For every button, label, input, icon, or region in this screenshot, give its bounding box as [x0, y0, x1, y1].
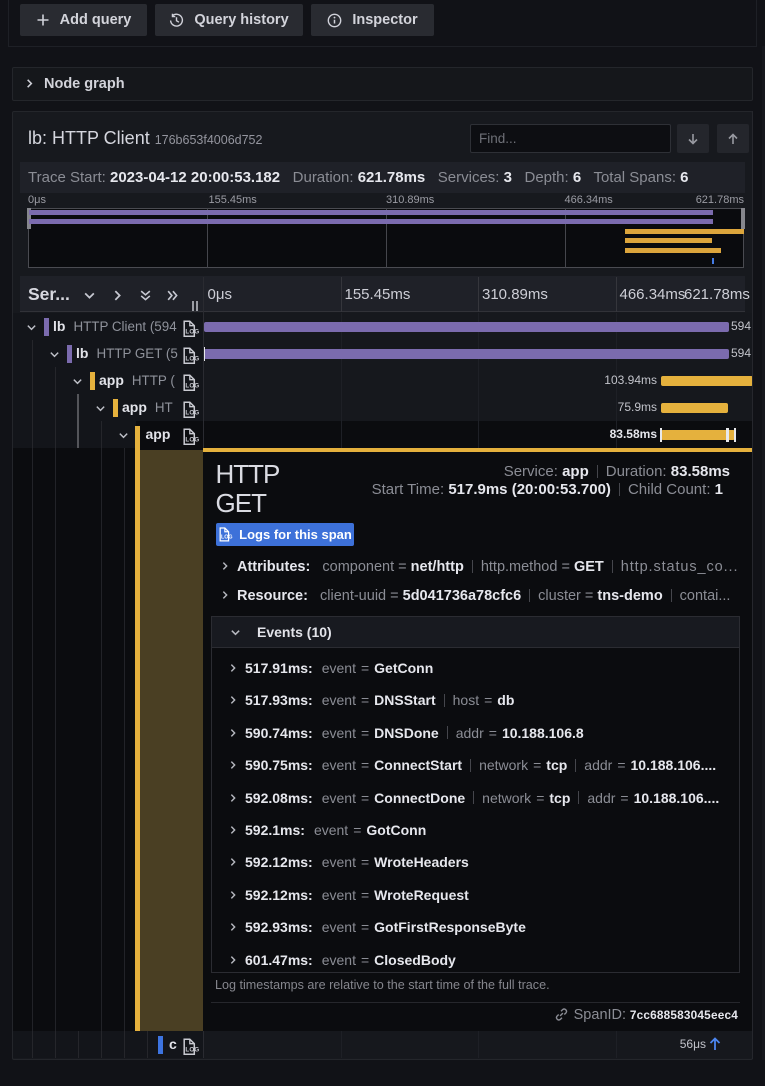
svg-text:LOG: LOG [221, 535, 233, 541]
svg-text:LOG: LOG [185, 1046, 199, 1053]
svg-text:LOG: LOG [185, 382, 199, 389]
svg-text:LOG: LOG [185, 355, 199, 362]
svg-text:LOG: LOG [185, 328, 199, 335]
svg-text:LOG: LOG [185, 436, 199, 443]
svg-text:LOG: LOG [185, 409, 199, 416]
